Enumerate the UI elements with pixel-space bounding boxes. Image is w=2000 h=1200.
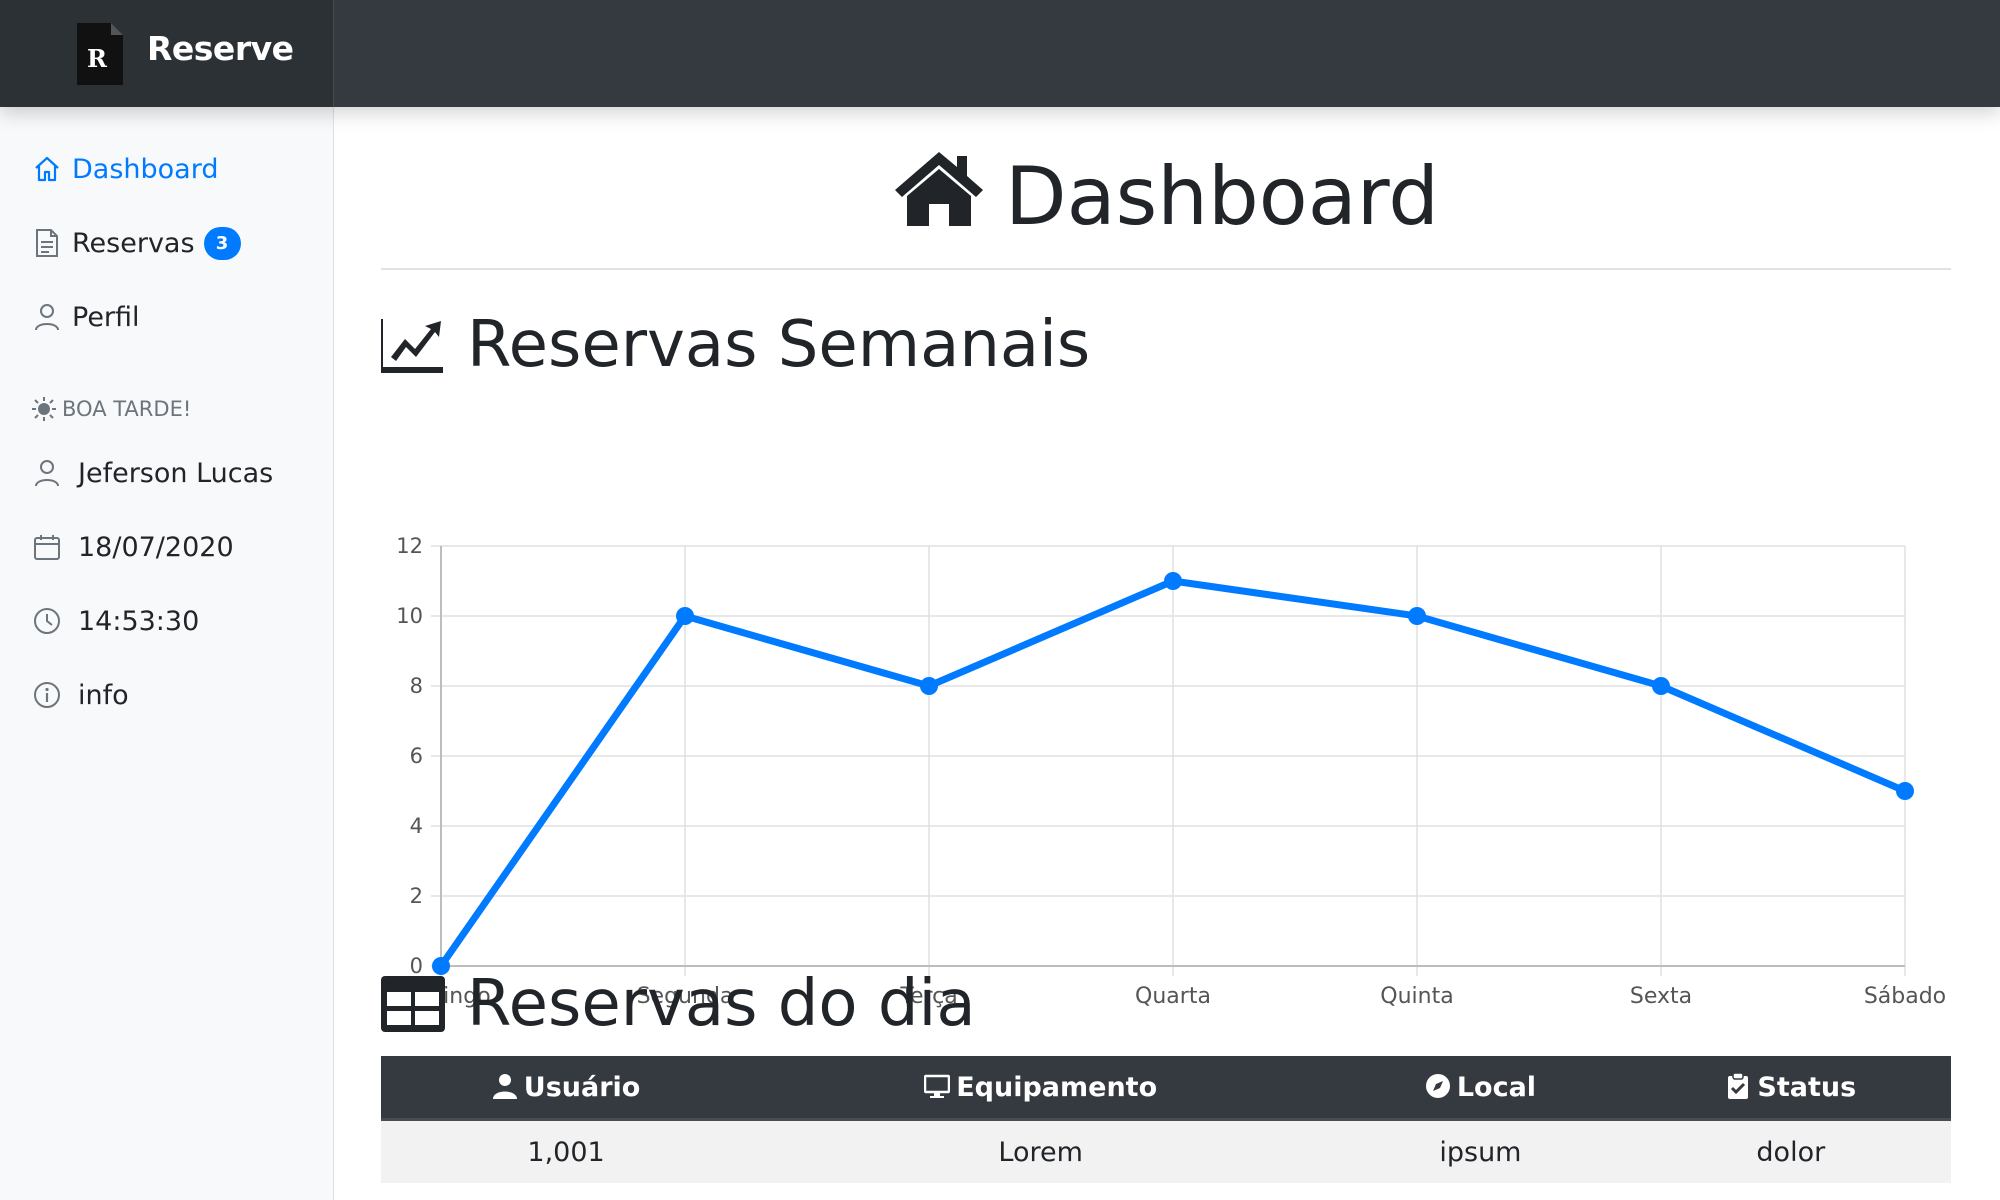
column-header-equipamento[interactable]: Equipamento [751, 1056, 1331, 1121]
y-tick-label: 12 [396, 534, 423, 558]
cell-equipamento: Lorem [751, 1119, 1331, 1183]
clock-icon [32, 606, 62, 636]
column-header-status[interactable]: Status [1630, 1056, 1951, 1121]
table-header-row: Usuário Equipamento Local Status [381, 1056, 1951, 1121]
column-header-usuario[interactable]: Usuário [381, 1056, 752, 1121]
reservas-count-badge: 3 [203, 226, 241, 260]
sidebar-item-label: Dashboard [72, 153, 219, 185]
cell-local: ipsum [1330, 1119, 1631, 1183]
data-point [676, 607, 694, 625]
person-icon [32, 458, 62, 488]
person-icon [32, 302, 62, 332]
sidebar-item-dashboard[interactable]: Dashboard [32, 147, 218, 191]
y-tick-label: 8 [410, 674, 423, 698]
document-icon [32, 228, 62, 258]
logo-icon: R [77, 23, 123, 85]
greeting-text: BOA TARDE! [62, 397, 192, 421]
logo-letter: R [87, 44, 108, 73]
sidebar-item-reservas[interactable]: Reservas 3 [32, 221, 241, 265]
sidebar-item-label: Reservas [72, 227, 195, 259]
column-header-label: Local [1456, 1071, 1537, 1103]
info-row[interactable]: info [32, 673, 129, 717]
column-header-label: Status [1757, 1071, 1857, 1103]
column-header-label: Usuário [523, 1071, 641, 1103]
main-content: Dashboard Reservas Semanais 024681012Dom… [381, 107, 1951, 1200]
column-header-label: Equipamento [956, 1071, 1158, 1103]
brand[interactable]: R Reserve [0, 0, 334, 107]
current-date: 18/07/2020 [78, 531, 234, 563]
table-section-title-text: Reservas do dia [467, 967, 976, 1041]
page-title: Dashboard [381, 147, 1951, 247]
user-icon [492, 1073, 517, 1099]
info-icon [32, 680, 62, 710]
data-point [1164, 572, 1182, 590]
app-name: Reserve [147, 29, 294, 68]
time-row: 14:53:30 [32, 599, 199, 643]
y-tick-label: 10 [396, 604, 423, 628]
data-point [1652, 677, 1670, 695]
data-point [1408, 607, 1426, 625]
calendar-icon [32, 532, 62, 562]
top-navbar: R Reserve [0, 0, 2000, 107]
greeting-heading: BOA TARDE! [32, 397, 191, 421]
y-tick-label: 4 [410, 814, 423, 838]
table-section-title: Reservas do dia [381, 964, 976, 1044]
data-point [920, 677, 938, 695]
sidebar-item-perfil[interactable]: Perfil [32, 295, 140, 339]
title-divider [381, 268, 1951, 270]
sun-icon [32, 397, 56, 421]
info-label: info [78, 679, 129, 711]
cell-usuario: 1,001 [381, 1119, 752, 1183]
chart-section-title: Reservas Semanais [381, 305, 1090, 385]
sidebar-item-label: Perfil [72, 301, 140, 333]
house-icon [32, 154, 62, 184]
y-tick-label: 2 [410, 884, 423, 908]
date-row: 18/07/2020 [32, 525, 234, 569]
table-icon [381, 976, 445, 1032]
column-header-local[interactable]: Local [1330, 1056, 1631, 1121]
table-row[interactable]: 1,001 Lorem ipsum dolor [381, 1119, 1951, 1183]
clipboard-check-icon [1728, 1072, 1749, 1099]
sidebar: Dashboard Reservas 3 Perfil BOA TARDE! J… [0, 107, 334, 1200]
x-tick-label: Quarta [1135, 984, 1211, 1009]
x-tick-label: Quinta [1380, 984, 1453, 1009]
weekly-reservations-chart: 024681012DomingoSegundaTerçaQuartaQuinta… [391, 534, 1946, 1009]
monitor-icon [924, 1074, 951, 1098]
current-time: 14:53:30 [78, 605, 200, 637]
compass-icon [1425, 1073, 1450, 1098]
page-title-text: Dashboard [1004, 150, 1440, 243]
x-tick-label: Sábado [1864, 984, 1946, 1009]
home-icon [894, 152, 983, 226]
reservations-table: Usuário Equipamento Local Status 1,001 L… [381, 1056, 1951, 1183]
cell-status: dolor [1630, 1119, 1951, 1183]
line-chart-icon [381, 319, 443, 373]
y-tick-label: 6 [410, 744, 423, 768]
user-name: Jeferson Lucas [78, 457, 274, 489]
chart-section-title-text: Reservas Semanais [467, 308, 1091, 382]
user-name-row: Jeferson Lucas [32, 451, 273, 495]
data-point [1896, 782, 1914, 800]
x-tick-label: Sexta [1630, 984, 1692, 1009]
